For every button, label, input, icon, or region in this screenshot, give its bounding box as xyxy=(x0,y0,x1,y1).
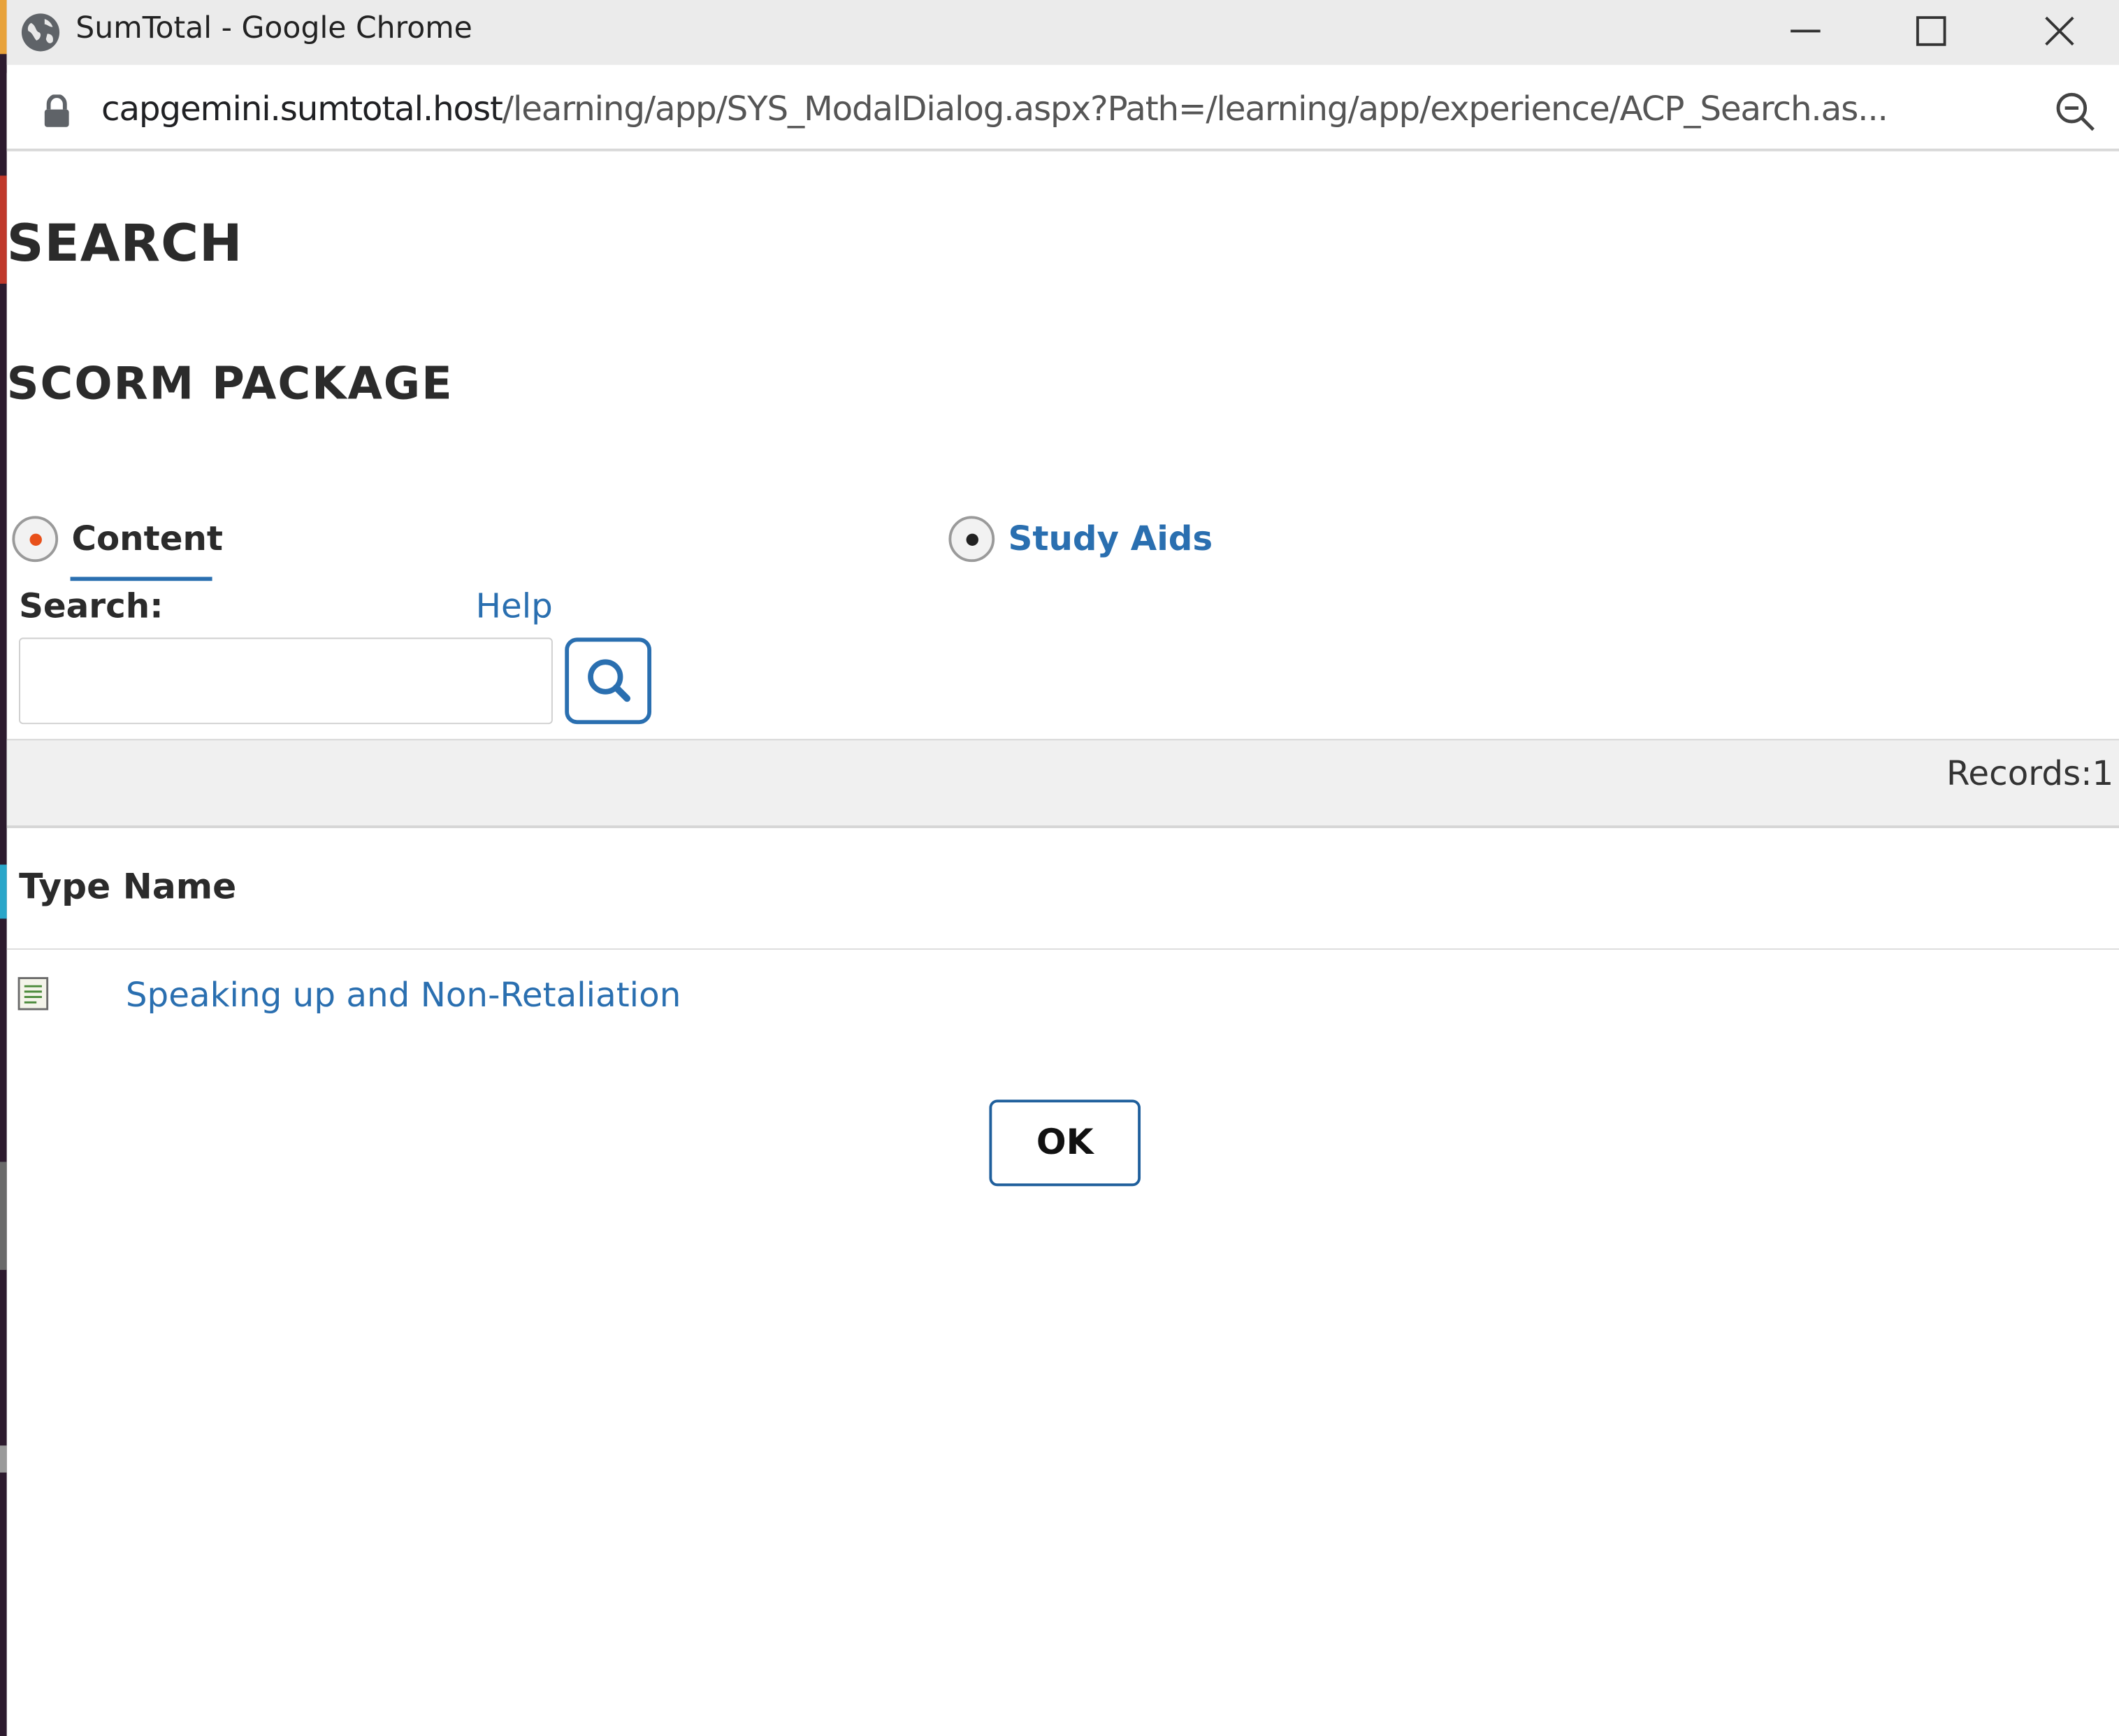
close-icon xyxy=(2045,16,2074,46)
url-host: capgemini.sumtotal.host xyxy=(101,89,503,129)
tab-content[interactable]: Content xyxy=(71,519,223,558)
window-title: SumTotal - Google Chrome xyxy=(75,12,472,46)
result-name-link[interactable]: Speaking up and Non-Retaliation xyxy=(126,976,681,1015)
zoom-icon[interactable] xyxy=(2053,89,2099,136)
document-icon xyxy=(17,977,50,1012)
minimize-button[interactable] xyxy=(1742,0,1867,65)
background-window-edge xyxy=(0,0,7,1736)
content-radio[interactable] xyxy=(12,516,59,563)
search-label: Search: xyxy=(19,586,164,626)
search-input[interactable] xyxy=(19,637,553,725)
column-header-type-name: Type Name xyxy=(19,867,237,909)
page-title: SEARCH xyxy=(6,213,243,273)
title-bar: SumTotal - Google Chrome xyxy=(6,0,2119,65)
maximize-button[interactable] xyxy=(1869,0,1993,65)
radio-dot xyxy=(966,533,978,546)
table-row: Speaking up and Non-Retaliation xyxy=(7,959,2119,1040)
header-divider xyxy=(6,948,2119,950)
records-bar: Records:1 xyxy=(6,739,2119,828)
browser-window: SumTotal - Google Chrome capgemini.sumto… xyxy=(0,0,2119,1736)
study-aids-radio[interactable] xyxy=(948,516,995,563)
help-link[interactable]: Help xyxy=(476,586,553,625)
maximize-icon xyxy=(1916,16,1946,46)
close-window-button[interactable] xyxy=(1996,0,2119,65)
ok-button[interactable]: OK xyxy=(989,1099,1141,1187)
globe-icon xyxy=(19,10,62,54)
search-button[interactable] xyxy=(565,637,652,725)
records-count: Records:1 xyxy=(1946,753,2114,793)
address-bar[interactable]: capgemini.sumtotal.host/learning/app/SYS… xyxy=(6,73,2119,152)
tab-content-underline xyxy=(70,577,212,581)
url-text[interactable]: capgemini.sumtotal.host/learning/app/SYS… xyxy=(101,89,2020,129)
url-path: /learning/app/SYS_ModalDialog.aspx?Path=… xyxy=(502,89,1888,129)
lock-icon[interactable] xyxy=(42,94,72,129)
tab-study-aids[interactable]: Study Aids xyxy=(1008,519,1213,558)
minimize-icon xyxy=(1791,29,1821,33)
radio-selected-dot xyxy=(29,533,42,546)
search-icon xyxy=(588,659,631,702)
page-subtitle: SCORM PACKAGE xyxy=(6,356,454,410)
